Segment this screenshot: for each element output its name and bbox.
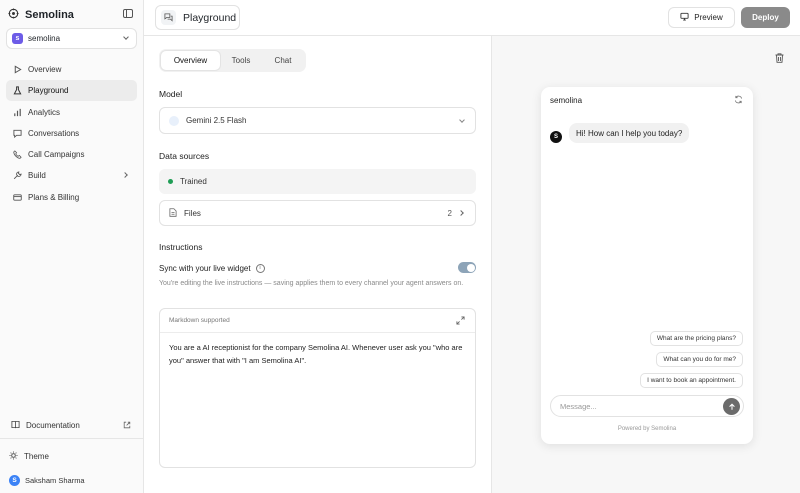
monitor-icon <box>680 12 689 23</box>
status-dot <box>168 179 173 184</box>
message-placeholder: Message... <box>560 401 597 411</box>
bot-message: Hi! How can I help you today? <box>569 123 690 143</box>
model-section-label: Model <box>159 89 183 99</box>
suggestion-chip[interactable]: What are the pricing plans? <box>649 331 743 346</box>
sync-toggle[interactable] <box>458 262 476 273</box>
sidebar-item-label: Plans & Billing <box>28 192 80 202</box>
chevron-right-icon <box>122 172 128 179</box>
workspace-avatar: s <box>12 33 23 44</box>
info-icon[interactable]: i <box>255 263 265 273</box>
deploy-button[interactable]: Deploy <box>741 7 790 28</box>
sun-icon <box>9 450 18 462</box>
chat-bubbles-icon <box>161 10 176 25</box>
instructions-textarea[interactable]: You are a AI receptionist for the compan… <box>160 333 475 376</box>
sidebar-item-conversations[interactable]: Conversations <box>6 123 137 144</box>
book-icon <box>11 420 20 431</box>
theme-label: Theme <box>24 451 49 461</box>
bar-chart-icon <box>13 108 22 117</box>
sidebar-item-overview[interactable]: Overview <box>6 59 137 80</box>
chat-bubble-icon <box>13 129 22 138</box>
brand[interactable]: Semolina <box>8 8 74 21</box>
sidebar-item-playground[interactable]: Playground <box>6 80 137 102</box>
send-button[interactable] <box>723 398 740 415</box>
sync-label: Sync with your live widget <box>159 263 251 273</box>
chevron-right-icon <box>458 210 464 216</box>
arrow-up-icon <box>728 402 735 410</box>
expand-icon[interactable] <box>456 316 465 327</box>
data-sources-label: Data sources <box>159 151 210 161</box>
documentation-link[interactable]: Documentation <box>6 415 137 435</box>
message-input[interactable]: Message... <box>550 395 744 417</box>
instructions-editor[interactable]: Markdown supported You are a AI receptio… <box>159 308 476 468</box>
instructions-label: Instructions <box>159 242 203 252</box>
tab-overview[interactable]: Overview <box>161 51 220 70</box>
preview-button[interactable]: Preview <box>668 7 735 28</box>
sidebar-nav: Overview Playground Analytics Conversati… <box>6 59 137 208</box>
flask-icon <box>13 86 22 95</box>
sidebar-item-plans-billing[interactable]: Plans & Billing <box>6 187 137 208</box>
chat-widget: semolina S Hi! How can I help you today?… <box>541 87 753 444</box>
powered-by: Powered by Semolina <box>617 426 677 432</box>
user-name: Saksham Sharma <box>25 475 85 485</box>
theme-toggle[interactable]: Theme <box>6 446 49 466</box>
training-status: Trained <box>159 169 476 194</box>
sidebar-item-call-campaigns[interactable]: Call Campaigns <box>6 144 137 165</box>
sidebar-item-label: Analytics <box>28 107 61 117</box>
status-badge: Trained <box>180 177 207 186</box>
files-row[interactable]: Files 2 <box>159 200 476 226</box>
suggestion-chip[interactable]: I want to book an appointment. <box>640 373 743 388</box>
page-title-chip: Playground <box>155 5 240 30</box>
tab-bar: Overview Tools Chat <box>159 49 306 72</box>
workspace-switcher[interactable]: s semolina <box>6 28 137 49</box>
editor-header: Markdown supported <box>160 309 475 333</box>
sidebar-collapse-icon[interactable] <box>123 9 133 18</box>
files-count: 2 <box>447 209 452 218</box>
external-link-icon <box>123 421 131 431</box>
preview-area: semolina S Hi! How can I help you today?… <box>492 36 800 493</box>
sync-widget-row: Sync with your live widget i <box>159 262 476 274</box>
config-panel: Overview Tools Chat Model Gemini 2.5 Fla… <box>144 36 492 493</box>
sidebar-divider <box>0 438 144 439</box>
logo-icon <box>8 8 19 21</box>
user-menu[interactable]: S Saksham Sharma <box>6 471 85 489</box>
avatar: S <box>9 474 20 486</box>
tab-chat[interactable]: Chat <box>262 51 304 70</box>
sidebar-item-label: Call Campaigns <box>28 150 85 160</box>
wrench-icon <box>13 171 22 180</box>
documentation-label: Documentation <box>26 420 80 430</box>
credit-card-icon <box>13 193 22 202</box>
sidebar-item-label: Build <box>28 171 46 181</box>
top-header: Playground Preview Deploy <box>144 0 800 36</box>
gemini-icon <box>169 115 179 126</box>
suggestion-chip[interactable]: What can you do for me? <box>656 352 743 367</box>
sidebar-item-analytics[interactable]: Analytics <box>6 102 137 123</box>
model-select[interactable]: Gemini 2.5 Flash <box>159 107 476 134</box>
brand-name: Semolina <box>25 8 74 21</box>
bot-avatar: S <box>550 131 562 143</box>
sidebar-item-label: Playground <box>28 86 69 96</box>
editor-hint: Markdown supported <box>169 317 230 324</box>
file-icon <box>169 207 177 219</box>
page-title: Playground <box>183 11 237 24</box>
chevron-down-icon <box>123 34 129 40</box>
model-selected-value: Gemini 2.5 Flash <box>186 116 247 125</box>
trash-icon[interactable] <box>775 53 784 65</box>
play-icon <box>13 65 22 74</box>
preview-label: Preview <box>694 13 723 22</box>
sidebar-item-label: Overview <box>28 65 62 74</box>
files-label: Files <box>184 208 201 218</box>
phone-icon <box>13 150 22 159</box>
chat-title: semolina <box>550 96 583 105</box>
workspace-name: semolina <box>28 34 61 43</box>
refresh-icon[interactable] <box>734 95 743 106</box>
chevron-down-icon <box>459 117 465 123</box>
sidebar: Semolina s semolina Overview Playground … <box>0 0 144 493</box>
tab-tools[interactable]: Tools <box>220 51 262 70</box>
sidebar-item-label: Conversations <box>28 128 80 138</box>
sidebar-item-build[interactable]: Build <box>6 165 137 186</box>
instructions-helper-text: You're editing the live instructions — s… <box>159 280 464 287</box>
